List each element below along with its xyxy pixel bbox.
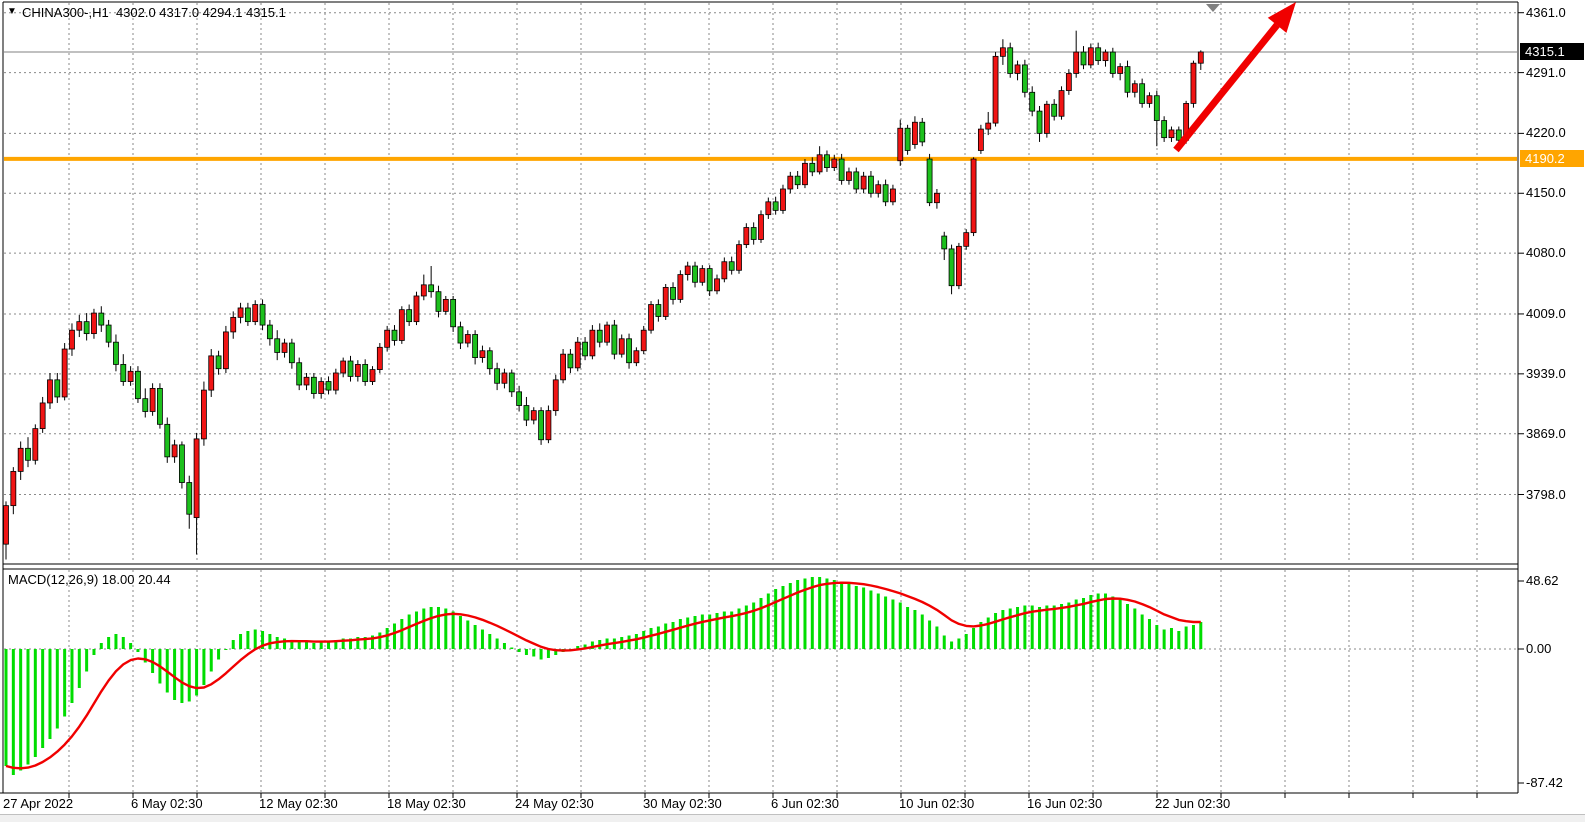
chart-window: ▼ CHINA300-,H1 4302.0 4317.0 4294.1 4315…: [0, 0, 1585, 822]
time-tick-label: 12 May 02:30: [259, 796, 338, 812]
time-tick-label: 27 Apr 2022: [3, 796, 73, 812]
time-tick-label: 10 Jun 02:30: [899, 796, 974, 812]
current-price-label: 4315.1: [1520, 43, 1584, 60]
pane-borders: [0, 2, 1518, 793]
symbol-name: CHINA300-,H1: [22, 5, 109, 20]
price-tick-label: 4009.0: [1526, 306, 1566, 322]
price-tick-label: 3869.0: [1526, 426, 1566, 442]
chart-shift-marker-icon[interactable]: [1206, 4, 1220, 12]
macd-tick-label: -87.42: [1526, 775, 1563, 791]
macd-histogram: [5, 577, 1203, 775]
price-tick-label: 4150.0: [1526, 185, 1566, 201]
price-tick-label: 4361.0: [1526, 5, 1566, 21]
time-tick-label: 30 May 02:30: [643, 796, 722, 812]
chart-title: CHINA300-,H1 4302.0 4317.0 4294.1 4315.1: [22, 5, 286, 21]
ohlc-values: 4302.0 4317.0 4294.1 4315.1: [116, 5, 286, 20]
candlestick-series: [4, 31, 1204, 560]
price-tick-label: 3939.0: [1526, 366, 1566, 382]
price-tick-label: 4220.0: [1526, 125, 1566, 141]
time-tick-label: 16 Jun 02:30: [1027, 796, 1102, 812]
time-tick-label: 18 May 02:30: [387, 796, 466, 812]
macd-indicator-label: MACD(12,26,9) 18.00 20.44: [8, 572, 171, 588]
price-tick-label: 3798.0: [1526, 487, 1566, 503]
grid: [4, 3, 1517, 792]
time-tick-label: 6 May 02:30: [131, 796, 203, 812]
macd-tick-label: 48.62: [1526, 573, 1559, 589]
time-tick-label: 22 Jun 02:30: [1155, 796, 1230, 812]
price-tick-label: 4080.0: [1526, 245, 1566, 261]
axis-ticks: [69, 13, 1524, 798]
macd-tick-label: 0.00: [1526, 641, 1551, 657]
price-tick-label: 4291.0: [1526, 65, 1566, 81]
time-tick-label: 6 Jun 02:30: [771, 796, 839, 812]
hline-price-label: 4190.2: [1520, 150, 1584, 167]
window-bottom-edge: [0, 814, 1585, 822]
macd-signal-line: [6, 583, 1201, 769]
chart-canvas[interactable]: [0, 0, 1585, 822]
symbol-dropdown-icon[interactable]: ▼: [7, 4, 17, 20]
time-tick-label: 24 May 02:30: [515, 796, 594, 812]
